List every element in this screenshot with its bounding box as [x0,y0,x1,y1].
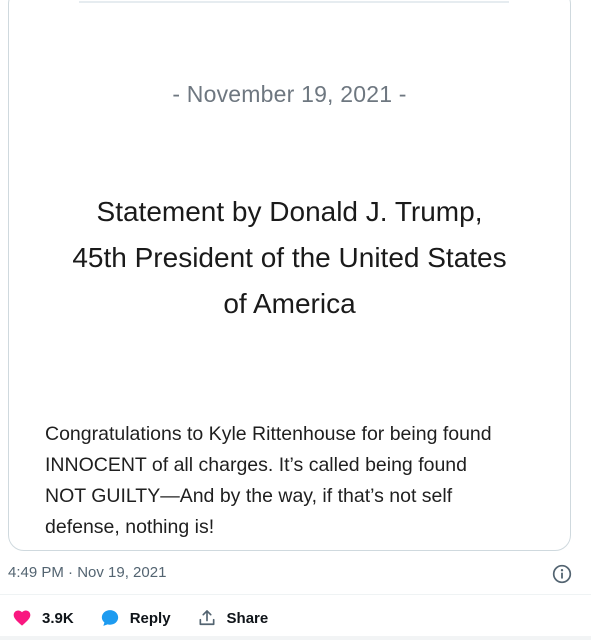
info-icon[interactable] [552,564,572,584]
statement-body-line: Congratulations to Kyle Rittenhouse for … [45,423,492,445]
reply-label: Reply [129,609,171,627]
statement-body-line: NOT GUILTY—And by the way, if that’s not… [45,485,453,507]
divider [0,594,591,595]
bottom-edge [0,636,591,640]
statement-title-line: of America [223,288,356,319]
statement-body-line: defense, nothing is! [45,516,215,538]
tweet-actions: 3.9K Reply Share [12,606,294,630]
reply-button[interactable]: Reply [100,608,171,628]
tweet-meta-row: 4:49 PM · Nov 19, 2021 [8,564,576,586]
tweet-media-image[interactable]: - November 19, 2021 - Statement by Donal… [8,0,571,551]
statement-date: - November 19, 2021 - [172,81,407,107]
statement-body: Congratulations to Kyle Rittenhouse for … [45,419,550,543]
share-button[interactable]: Share [197,608,269,628]
statement-title: Statement by Donald J. Trump, 45th Presi… [9,189,570,327]
like-count: 3.9K [42,609,74,627]
share-label: Share [226,609,269,627]
tweet-timestamp[interactable]: 4:49 PM · Nov 19, 2021 [8,564,166,581]
media-top-edge [79,1,509,3]
statement-title-line: 45th President of the United States [72,242,507,273]
statement-title-line: Statement by Donald J. Trump, [96,196,483,227]
share-arrow-icon [199,610,215,626]
like-button[interactable]: 3.9K [12,608,74,628]
heart-icon [13,610,31,626]
statement-body-line: INNOCENT of all charges. It’s called bei… [45,454,467,476]
speech-bubble-icon [101,610,118,626]
